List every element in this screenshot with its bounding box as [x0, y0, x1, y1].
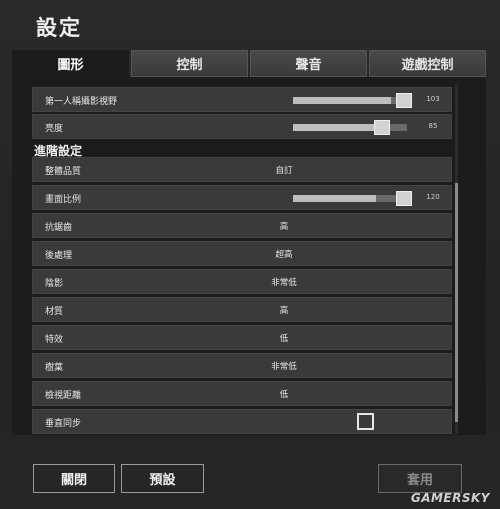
setting-row-screen-scale: 畫面比例 120	[32, 185, 452, 210]
setting-label: 後處理	[45, 251, 73, 261]
default-button[interactable]: 預設	[121, 464, 204, 493]
screen-scale-slider[interactable]	[293, 195, 407, 202]
setting-row-brightness: 亮度 85	[32, 114, 452, 139]
setting-row-overall-quality[interactable]: 整體品質 自訂	[32, 157, 452, 182]
setting-label: 亮度	[45, 124, 64, 134]
tab-sound[interactable]: 聲音	[250, 50, 367, 77]
setting-row-effects[interactable]: 特效 低	[32, 325, 452, 350]
setting-row-vsync: 垂直同步	[32, 409, 452, 434]
vsync-checkbox[interactable]	[357, 413, 374, 430]
fov-slider-knob[interactable]	[396, 93, 412, 108]
setting-row-textures[interactable]: 材質 高	[32, 297, 452, 322]
setting-label: 第一人稱攝影視野	[45, 97, 118, 107]
setting-value: 高	[279, 306, 289, 316]
setting-row-antialiasing[interactable]: 抗鋸齒 高	[32, 213, 452, 238]
screen-scale-slider-fill	[293, 195, 377, 202]
setting-label: 抗鋸齒	[45, 223, 73, 233]
brightness-value: 85	[428, 122, 438, 130]
setting-value: 高	[279, 222, 289, 232]
setting-value: 自訂	[275, 166, 293, 176]
close-button[interactable]: 關閉	[33, 464, 115, 493]
setting-row-foliage[interactable]: 樹葉 非常低	[32, 353, 452, 378]
setting-row-post-processing[interactable]: 後處理 超高	[32, 241, 452, 266]
brightness-slider-knob[interactable]	[374, 120, 390, 135]
screen-scale-value: 120	[426, 193, 440, 201]
fov-value: 103	[426, 95, 440, 103]
settings-list: 第一人稱攝影視野 103 亮度 85 進階設定 整體品質 自訂 畫面比例 120…	[32, 84, 452, 434]
apply-button[interactable]: 套用	[378, 464, 462, 493]
setting-value: 非常低	[271, 362, 297, 372]
setting-row-shadows[interactable]: 陰影 非常低	[32, 269, 452, 294]
setting-value: 超高	[275, 250, 293, 260]
setting-label: 特效	[45, 335, 64, 345]
setting-row-view-distance[interactable]: 檢視距離 低	[32, 381, 452, 406]
settings-window: 設定 圖形 控制 聲音 遊戲控制 第一人稱攝影視野 103 亮度 85 進階設定	[0, 0, 500, 509]
setting-label: 樹葉	[45, 363, 64, 373]
setting-row-fov: 第一人稱攝影視野 103	[32, 87, 452, 112]
scrollbar-thumb[interactable]	[455, 183, 458, 422]
fov-slider[interactable]	[293, 97, 407, 104]
tab-gameplay[interactable]: 遊戲控制	[369, 50, 486, 77]
setting-value: 低	[279, 334, 289, 344]
setting-label: 垂直同步	[45, 419, 82, 429]
setting-label: 陰影	[45, 279, 64, 289]
tab-bar: 圖形 控制 聲音 遊戲控制	[12, 50, 486, 77]
brightness-slider-fill	[293, 124, 382, 131]
setting-value: 非常低	[271, 278, 297, 288]
tab-controls[interactable]: 控制	[131, 50, 248, 77]
setting-value: 低	[279, 390, 289, 400]
setting-label: 畫面比例	[45, 195, 82, 205]
setting-label: 材質	[45, 307, 64, 317]
watermark: GAMERSKY	[410, 491, 490, 505]
fov-slider-fill	[293, 97, 392, 104]
tab-graphics[interactable]: 圖形	[12, 50, 129, 77]
window-title: 設定	[36, 16, 82, 40]
screen-scale-slider-knob[interactable]	[396, 191, 412, 206]
